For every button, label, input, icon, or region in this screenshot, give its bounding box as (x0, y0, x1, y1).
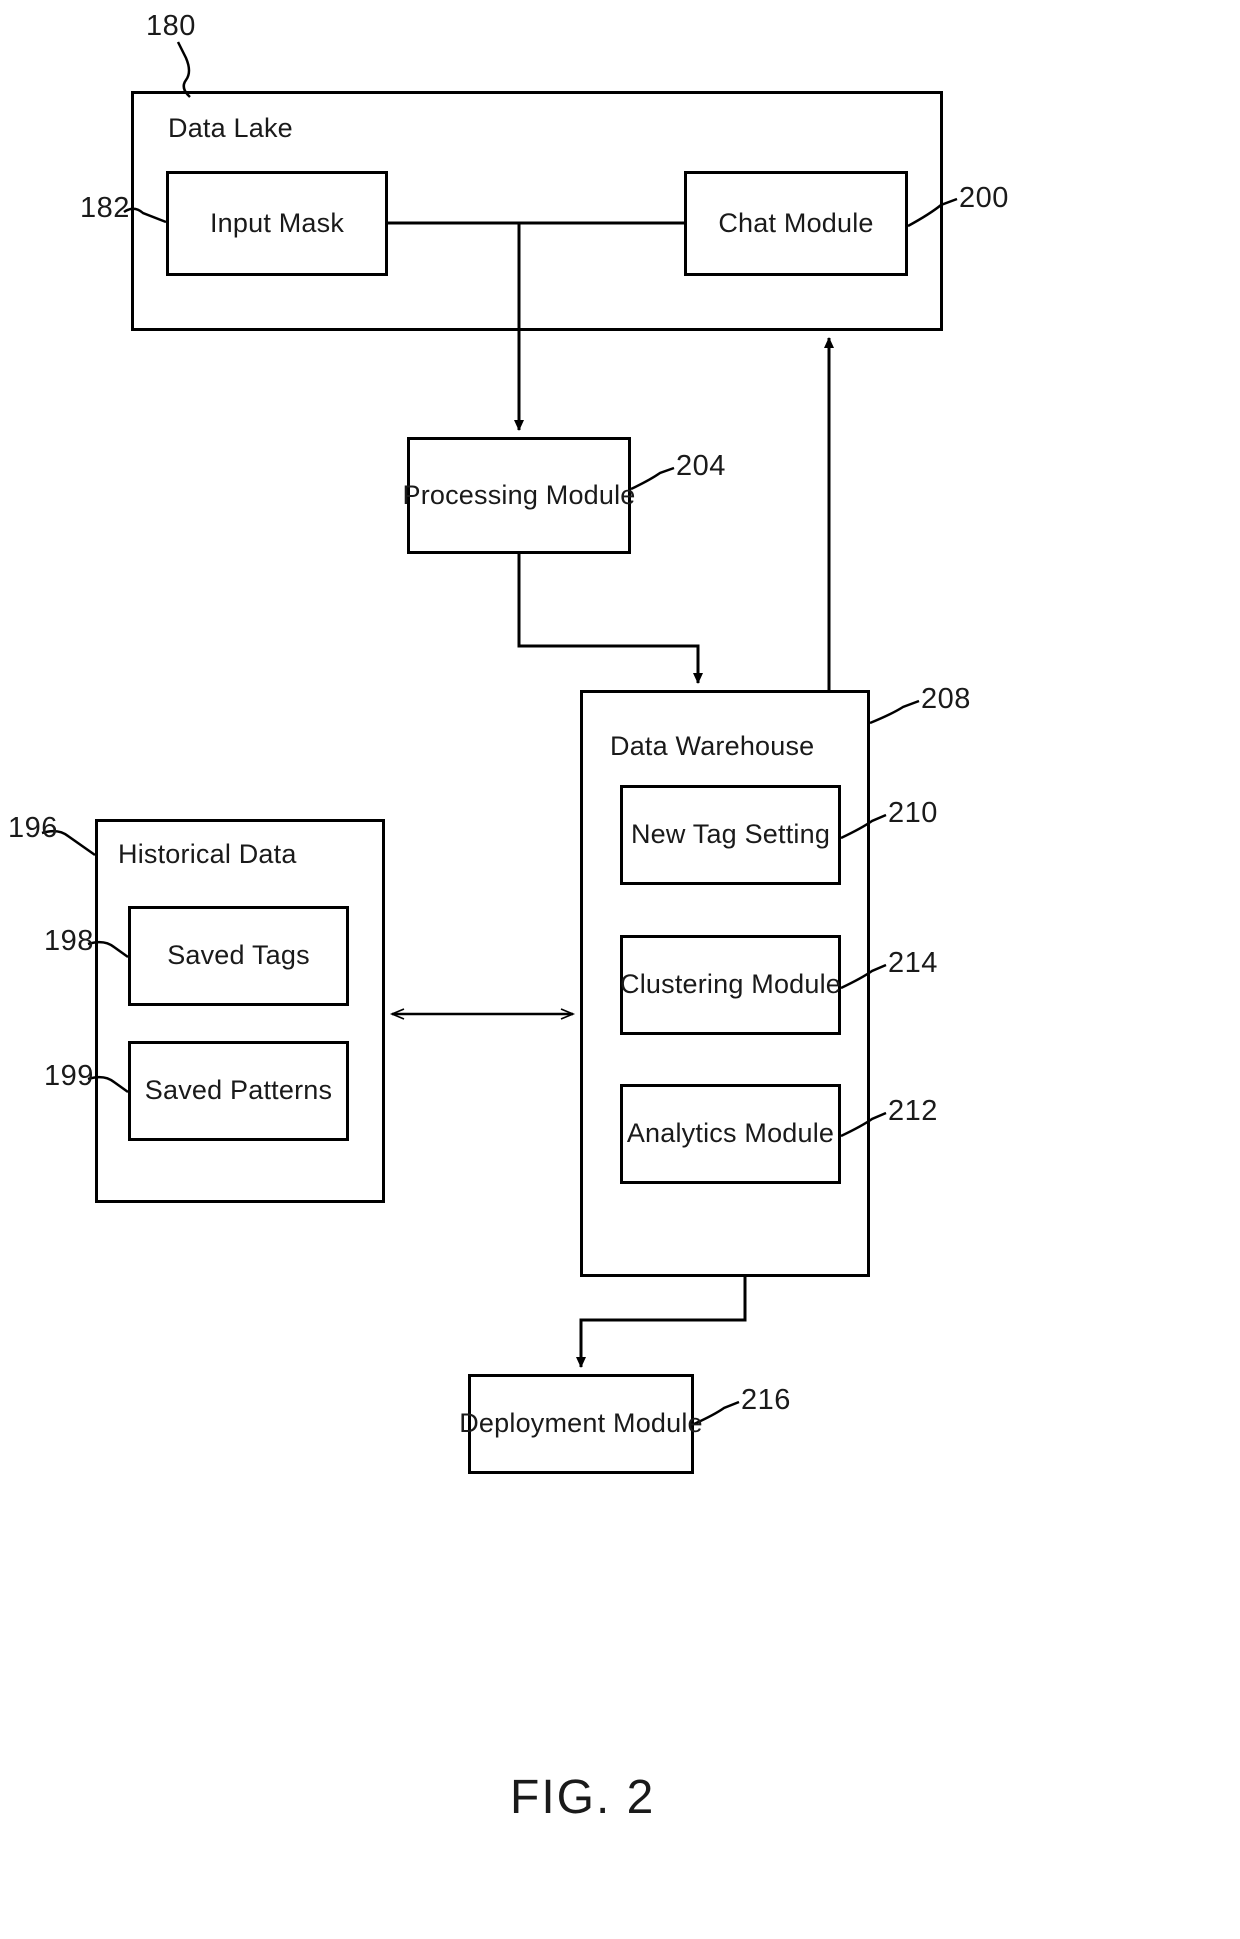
clustering-module-node: Clustering Module (620, 935, 841, 1035)
deployment-module-node: Deployment Module (459, 1374, 703, 1474)
historical-data-container: Historical Data (95, 819, 385, 1203)
new-tag-setting-node: New Tag Setting (620, 785, 841, 885)
reference-numeral-214: 214 (888, 947, 938, 979)
processing-module-node: Processing Module (402, 437, 635, 554)
saved-tags-node: Saved Tags (128, 906, 349, 1006)
input-mask-label: Input Mask (209, 207, 345, 238)
chat-module-node: Chat Module (684, 171, 908, 276)
historical-data-title: Historical Data (118, 839, 297, 869)
reference-numeral-198: 198 (44, 925, 94, 957)
input-mask-node: Input Mask (166, 171, 388, 276)
saved-patterns-node: Saved Patterns (128, 1041, 349, 1141)
processing-module-label: Processing Module (402, 479, 636, 510)
chat-module-label: Chat Module (718, 207, 874, 238)
leader-line-processing-module (630, 466, 675, 491)
reference-numeral-182: 182 (80, 192, 130, 224)
reference-numeral-199: 199 (44, 1060, 94, 1092)
patent-figure: Data Lake 180 Input Mask 182 Chat Module… (0, 0, 1240, 1939)
new-tag-setting-label: New Tag Setting (630, 819, 831, 850)
figure-caption: FIG. 2 (510, 1771, 656, 1824)
reference-numeral-204: 204 (676, 450, 726, 482)
saved-patterns-label: Saved Patterns (144, 1075, 333, 1106)
reference-numeral-216: 216 (741, 1384, 791, 1416)
reference-numeral-180: 180 (146, 10, 196, 42)
reference-numeral-210: 210 (888, 797, 938, 829)
reference-numeral-212: 212 (888, 1095, 938, 1127)
reference-numeral-200: 200 (959, 182, 1009, 214)
analytics-module-label: Analytics Module (626, 1118, 835, 1149)
connector-processing-module-to-data-warehouse (517, 554, 703, 684)
connector-data-warehouse-to-deployment-module (576, 1277, 747, 1368)
data-warehouse-title: Data Warehouse (610, 731, 815, 761)
clustering-module-label: Clustering Module (620, 969, 842, 1000)
deployment-module-label: Deployment Module (459, 1408, 703, 1439)
leader-line-data-warehouse (869, 699, 920, 725)
leader-line-data-lake (176, 41, 191, 98)
analytics-module-node: Analytics Module (620, 1084, 841, 1184)
saved-tags-label: Saved Tags (167, 940, 310, 971)
reference-numeral-208: 208 (921, 683, 971, 715)
reference-numeral-196: 196 (8, 812, 58, 844)
data-lake-title: Data Lake (168, 113, 293, 143)
